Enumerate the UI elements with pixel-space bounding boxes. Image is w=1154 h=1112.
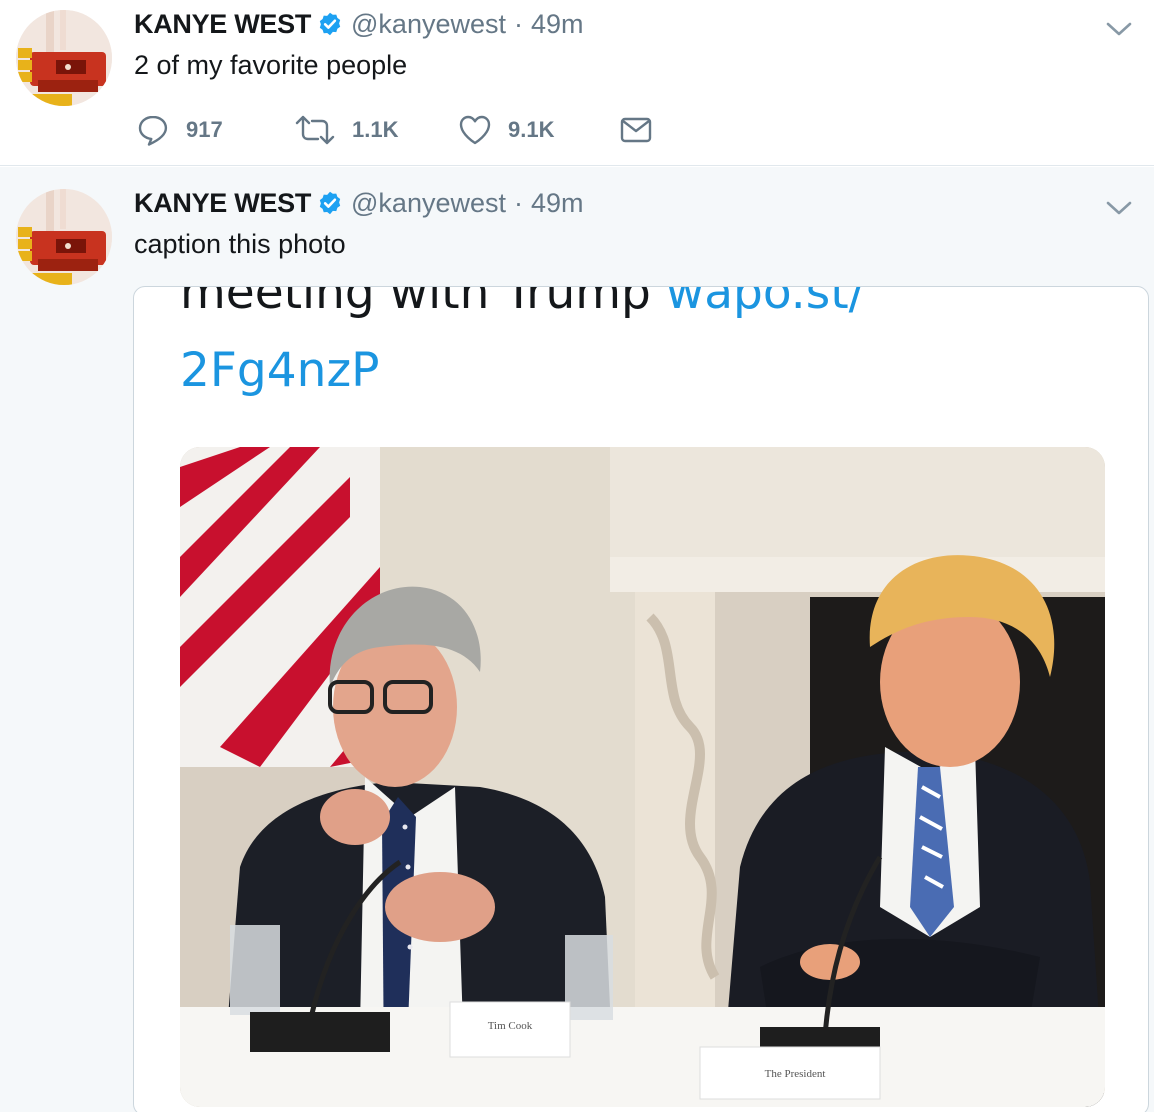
direct-message-button[interactable] — [620, 112, 652, 148]
like-count: 9.1K — [508, 117, 555, 142]
author-name[interactable]: KANYE WEST — [134, 9, 311, 40]
author-name[interactable]: KANYE WEST — [134, 188, 311, 219]
retweet-button[interactable]: 1.1K — [294, 112, 398, 148]
like-button[interactable]: 9.1K — [458, 112, 554, 148]
reply-count: 917 — [186, 117, 223, 142]
embedded-link-part2: 2Fg4nzP — [180, 343, 380, 398]
tweet-text: caption this photo — [134, 229, 346, 259]
nameplate-the-president: The President — [765, 1068, 826, 1080]
retweet-icon — [294, 113, 336, 147]
separator: · — [514, 187, 523, 218]
avatar[interactable] — [16, 10, 112, 106]
tweet-header: KANYE WEST @kanyewest · 49m — [134, 188, 584, 218]
tweet[interactable]: KANYE WEST @kanyewest · 49m caption this… — [0, 167, 1154, 1112]
embedded-link-part1: wapo.st/ — [665, 286, 865, 320]
nameplate-tim-cook: Tim Cook — [488, 1020, 533, 1032]
heart-icon — [458, 113, 492, 147]
retweet-count: 1.1K — [352, 117, 399, 142]
avatar[interactable] — [16, 189, 112, 285]
tweet[interactable]: KANYE WEST @kanyewest · 49m 2 of my favo… — [0, 0, 1154, 166]
tweet-header: KANYE WEST @kanyewest · 49m — [134, 9, 584, 39]
chevron-down-icon[interactable] — [1106, 200, 1132, 216]
verified-badge-icon — [317, 11, 343, 37]
timestamp[interactable]: 49m — [531, 9, 584, 40]
embedded-tweet-text: meeting with Trump wapo.st/ — [180, 286, 865, 320]
verified-badge-icon — [317, 190, 343, 216]
embedded-photo[interactable]: Tim Cook The President — [180, 447, 1105, 1107]
tweet-text: 2 of my favorite people — [134, 50, 408, 80]
author-handle[interactable]: @kanyewest — [351, 188, 506, 219]
reply-icon — [136, 113, 170, 147]
reply-button[interactable]: 917 — [136, 112, 223, 148]
envelope-icon — [620, 116, 652, 144]
author-handle[interactable]: @kanyewest — [351, 9, 506, 40]
media-card[interactable]: meeting with Trump wapo.st/ 2Fg4nzP Tim … — [133, 286, 1149, 1112]
embedded-text-line1: meeting with Trump — [180, 286, 666, 320]
chevron-down-icon[interactable] — [1106, 21, 1132, 37]
timestamp[interactable]: 49m — [531, 188, 584, 219]
separator: · — [514, 8, 523, 39]
